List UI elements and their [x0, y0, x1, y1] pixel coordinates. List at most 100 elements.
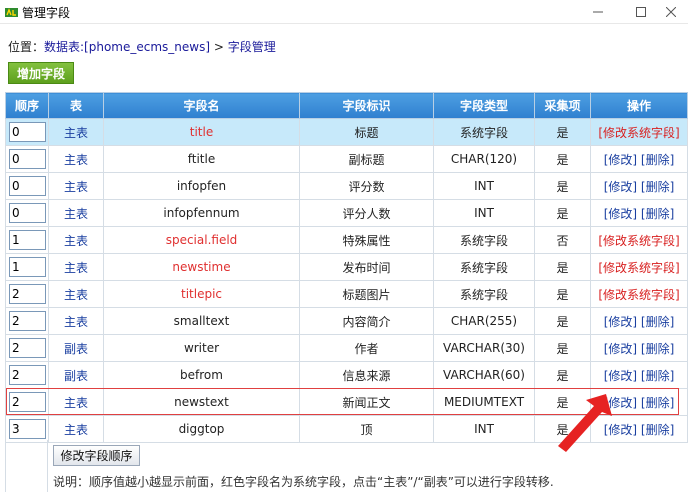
field-name: writer: [103, 334, 300, 362]
breadcrumb-field-link[interactable]: 字段管理: [228, 40, 276, 54]
order-input[interactable]: [9, 149, 46, 169]
footer-order-cell: [5, 440, 48, 492]
field-label: 发布时间: [299, 253, 434, 281]
order-input[interactable]: [9, 230, 46, 250]
table-row: 主表infopfennum评分人数INT是[修改] [删除]: [5, 199, 688, 227]
maximize-button[interactable]: [626, 0, 656, 24]
field-type: 系统字段: [433, 280, 535, 308]
collect-flag: 是: [534, 253, 591, 281]
field-label: 信息来源: [299, 361, 434, 389]
field-type: 系统字段: [433, 253, 535, 281]
delete-field-link[interactable]: [删除]: [641, 423, 674, 437]
field-name: smalltext: [103, 307, 300, 335]
table-type-link[interactable]: 主表: [48, 415, 104, 443]
table-type-link[interactable]: 主表: [48, 226, 104, 254]
field-label: 副标题: [299, 145, 434, 173]
actions-cell: [修改] [删除]: [590, 199, 688, 227]
delete-field-link[interactable]: [删除]: [641, 315, 674, 329]
table-header-row: 顺序 表 字段名 字段标识 字段类型 采集项 操作: [5, 92, 688, 119]
table-type-link[interactable]: 副表: [48, 361, 104, 389]
table-row: 副表writer作者VARCHAR(30)是[修改] [删除]: [5, 334, 688, 362]
field-label: 作者: [299, 334, 434, 362]
update-order-button[interactable]: 修改字段顺序: [53, 445, 140, 466]
field-type: CHAR(255): [433, 307, 535, 335]
field-type: INT: [433, 172, 535, 200]
field-name: befrom: [103, 361, 300, 389]
actions-cell: [修改] [删除]: [590, 172, 688, 200]
delete-field-link[interactable]: [删除]: [641, 180, 674, 194]
delete-field-link[interactable]: [删除]: [641, 207, 674, 221]
field-label: 标题图片: [299, 280, 434, 308]
collect-flag: 是: [534, 361, 591, 389]
order-input[interactable]: [9, 365, 46, 385]
field-type: INT: [433, 415, 535, 443]
order-cell: [5, 280, 49, 308]
edit-field-link[interactable]: [修改]: [604, 207, 637, 221]
table-type-link[interactable]: 主表: [48, 145, 104, 173]
help-note: 说明：顺序值越小越显示前面，红色字段名为系统字段，点击“主表”/“副表”可以进行…: [53, 475, 554, 489]
order-cell: [5, 415, 49, 443]
order-input[interactable]: [9, 176, 46, 196]
collect-flag: 是: [534, 334, 591, 362]
collect-flag: 是: [534, 172, 591, 200]
field-type: CHAR(120): [433, 145, 535, 173]
field-label: 顶: [299, 415, 434, 443]
delete-field-link[interactable]: [删除]: [641, 153, 674, 167]
close-button[interactable]: [656, 0, 686, 24]
col-header-order: 顺序: [5, 92, 49, 119]
annotation-arrow-icon: [558, 394, 612, 452]
actions-cell: [修改] [删除]: [590, 334, 688, 362]
field-name: infopfennum: [103, 199, 300, 227]
collect-flag: 是: [534, 280, 591, 308]
table-type-link[interactable]: 主表: [48, 280, 104, 308]
table-type-link[interactable]: 副表: [48, 334, 104, 362]
col-header-field-label: 字段标识: [299, 92, 434, 119]
table-row: 主表newstime发布时间系统字段是 [修改系统字段]: [5, 253, 688, 281]
actions-cell: [修改系统字段]: [590, 226, 688, 254]
delete-field-link[interactable]: [删除]: [641, 369, 674, 383]
actions-cell: [修改] [删除]: [590, 145, 688, 173]
order-cell: [5, 307, 49, 335]
table-type-link[interactable]: 主表: [48, 118, 104, 146]
edit-field-link[interactable]: [修改]: [604, 315, 637, 329]
col-header-field-type: 字段类型: [433, 92, 535, 119]
order-input[interactable]: [9, 338, 46, 358]
actions-cell: [修改] [删除]: [590, 307, 688, 335]
minimize-button[interactable]: [583, 0, 613, 24]
order-input[interactable]: [9, 419, 46, 439]
order-input[interactable]: [9, 203, 46, 223]
order-cell: [5, 226, 49, 254]
order-input[interactable]: [9, 122, 46, 142]
delete-field-link[interactable]: [删除]: [641, 342, 674, 356]
breadcrumb-prefix: 位置：: [8, 40, 45, 54]
edit-system-field-link[interactable]: [修改系统字段]: [598, 126, 679, 140]
add-field-button[interactable]: 增加字段: [8, 62, 74, 84]
edit-field-link[interactable]: [修改]: [604, 180, 637, 194]
order-input[interactable]: [9, 311, 46, 331]
collect-flag: 是: [534, 307, 591, 335]
table-type-link[interactable]: 主表: [48, 199, 104, 227]
edit-system-field-link[interactable]: [修改系统字段]: [598, 261, 679, 275]
field-name: titlepic: [103, 280, 300, 308]
edit-field-link[interactable]: [修改]: [604, 153, 637, 167]
table-type-link[interactable]: 主表: [48, 307, 104, 335]
field-label: 特殊属性: [299, 226, 434, 254]
breadcrumb-separator: >: [210, 40, 228, 54]
edit-field-link[interactable]: [修改]: [604, 342, 637, 356]
edit-field-link[interactable]: [修改]: [604, 369, 637, 383]
collect-flag: 是: [534, 118, 591, 146]
breadcrumb-table-link[interactable]: 数据表:[phome_ecms_news]: [44, 40, 210, 54]
edit-system-field-link[interactable]: [修改系统字段]: [598, 288, 679, 302]
col-header-actions: 操作: [590, 92, 688, 119]
close-icon: [666, 7, 676, 17]
order-input[interactable]: [9, 257, 46, 277]
table-row: 主表titlepic标题图片系统字段是 [修改系统字段]: [5, 280, 688, 308]
field-label: 标题: [299, 118, 434, 146]
table-type-link[interactable]: 主表: [48, 172, 104, 200]
window-titlebar: 管理字段: [0, 0, 688, 24]
order-cell: [5, 253, 49, 281]
field-name: title: [103, 118, 300, 146]
table-type-link[interactable]: 主表: [48, 253, 104, 281]
order-input[interactable]: [9, 284, 46, 304]
edit-system-field-link[interactable]: [修改系统字段]: [598, 234, 679, 248]
